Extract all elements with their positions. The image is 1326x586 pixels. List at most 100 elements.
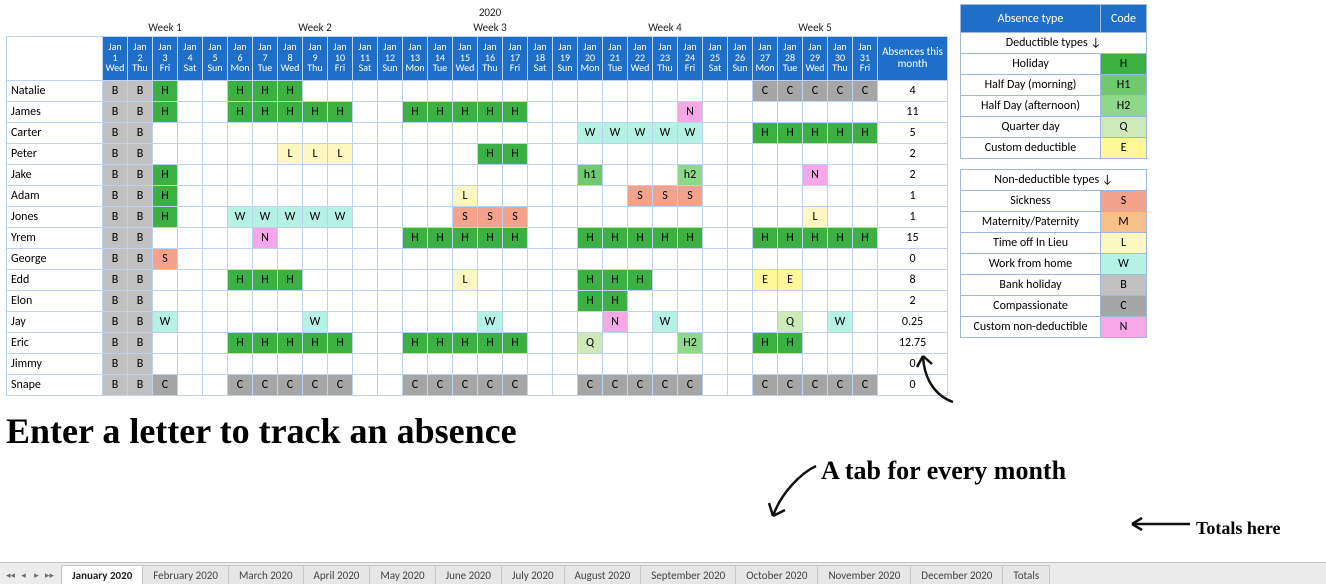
absence-cell[interactable] <box>203 353 228 374</box>
absence-cell[interactable] <box>303 122 328 143</box>
absence-cell[interactable] <box>703 248 728 269</box>
absence-cell[interactable] <box>678 248 703 269</box>
absence-cell[interactable] <box>628 290 653 311</box>
absence-cell[interactable] <box>553 101 578 122</box>
absence-cell[interactable]: B <box>103 269 128 290</box>
absence-cell[interactable]: H <box>278 269 303 290</box>
absence-cell[interactable] <box>203 332 228 353</box>
absence-cell[interactable]: B <box>128 206 153 227</box>
absence-cell[interactable] <box>453 80 478 101</box>
absence-cell[interactable]: H <box>603 290 628 311</box>
absence-cell[interactable] <box>228 353 253 374</box>
absence-cell[interactable] <box>203 206 228 227</box>
absence-cell[interactable]: H <box>678 227 703 248</box>
absence-cell[interactable]: B <box>103 206 128 227</box>
absence-cell[interactable] <box>203 227 228 248</box>
absence-cell[interactable] <box>328 227 353 248</box>
absence-cell[interactable] <box>353 353 378 374</box>
absence-cell[interactable] <box>153 227 178 248</box>
absence-cell[interactable]: W <box>653 311 678 332</box>
absence-cell[interactable] <box>203 374 228 395</box>
absence-cell[interactable] <box>253 248 278 269</box>
absence-cell[interactable]: L <box>278 143 303 164</box>
absence-cell[interactable]: W <box>228 206 253 227</box>
absence-cell[interactable] <box>253 311 278 332</box>
absence-cell[interactable]: H <box>478 143 503 164</box>
absence-cell[interactable]: B <box>128 374 153 395</box>
absence-cell[interactable] <box>678 290 703 311</box>
absence-cell[interactable] <box>803 185 828 206</box>
absence-cell[interactable]: S <box>503 206 528 227</box>
absence-cell[interactable]: C <box>853 80 878 101</box>
absence-cell[interactable] <box>528 290 553 311</box>
absence-cell[interactable] <box>853 332 878 353</box>
absence-cell[interactable]: H <box>328 332 353 353</box>
absence-cell[interactable] <box>353 206 378 227</box>
absence-cell[interactable] <box>528 374 553 395</box>
absence-cell[interactable] <box>803 101 828 122</box>
absence-cell[interactable]: C <box>828 374 853 395</box>
absence-cell[interactable]: H <box>853 227 878 248</box>
absence-cell[interactable] <box>728 164 753 185</box>
absence-cell[interactable]: S <box>478 206 503 227</box>
absence-cell[interactable]: H <box>153 80 178 101</box>
absence-cell[interactable]: H <box>228 80 253 101</box>
absence-cell[interactable]: H <box>803 227 828 248</box>
absence-cell[interactable] <box>728 353 753 374</box>
absence-cell[interactable] <box>328 185 353 206</box>
absence-cell[interactable] <box>428 164 453 185</box>
absence-cell[interactable] <box>753 164 778 185</box>
absence-cell[interactable] <box>853 143 878 164</box>
absence-cell[interactable] <box>203 143 228 164</box>
absence-cell[interactable] <box>803 311 828 332</box>
absence-cell[interactable]: h1 <box>578 164 603 185</box>
absence-cell[interactable] <box>428 353 453 374</box>
absence-cell[interactable]: H <box>853 122 878 143</box>
absence-cell[interactable] <box>328 269 353 290</box>
absence-cell[interactable] <box>603 332 628 353</box>
absence-cell[interactable]: L <box>303 143 328 164</box>
absence-cell[interactable] <box>578 143 603 164</box>
absence-cell[interactable] <box>553 185 578 206</box>
absence-cell[interactable] <box>178 122 203 143</box>
absence-cell[interactable]: Q <box>778 311 803 332</box>
absence-cell[interactable] <box>728 311 753 332</box>
absence-cell[interactable] <box>328 248 353 269</box>
absence-cell[interactable] <box>228 290 253 311</box>
absence-cell[interactable] <box>553 143 578 164</box>
absence-cell[interactable] <box>328 311 353 332</box>
sheet-tab[interactable]: May 2020 <box>369 565 435 584</box>
absence-cell[interactable] <box>378 248 403 269</box>
absence-cell[interactable] <box>578 101 603 122</box>
absence-cell[interactable] <box>178 353 203 374</box>
absence-cell[interactable] <box>503 290 528 311</box>
absence-cell[interactable]: H <box>228 101 253 122</box>
absence-cell[interactable] <box>328 80 353 101</box>
absence-cell[interactable] <box>153 290 178 311</box>
absence-cell[interactable] <box>178 101 203 122</box>
absence-cell[interactable] <box>553 122 578 143</box>
absence-cell[interactable]: H <box>753 332 778 353</box>
absence-cell[interactable] <box>853 311 878 332</box>
tab-nav-first-icon[interactable]: ◂◂ <box>4 566 17 584</box>
absence-cell[interactable]: C <box>303 374 328 395</box>
absence-cell[interactable] <box>403 269 428 290</box>
absence-cell[interactable]: B <box>103 290 128 311</box>
absence-cell[interactable]: H <box>453 227 478 248</box>
sheet-tab[interactable]: January 2020 <box>61 565 143 584</box>
absence-cell[interactable]: B <box>128 80 153 101</box>
absence-cell[interactable] <box>528 164 553 185</box>
absence-cell[interactable]: C <box>803 374 828 395</box>
absence-cell[interactable] <box>828 290 853 311</box>
absence-cell[interactable] <box>528 227 553 248</box>
absence-cell[interactable] <box>353 164 378 185</box>
absence-cell[interactable] <box>828 185 853 206</box>
absence-cell[interactable]: H <box>278 101 303 122</box>
absence-cell[interactable] <box>703 353 728 374</box>
absence-cell[interactable]: H <box>778 122 803 143</box>
absence-cell[interactable]: W <box>303 311 328 332</box>
absence-cell[interactable] <box>753 206 778 227</box>
absence-cell[interactable] <box>403 122 428 143</box>
absence-cell[interactable] <box>178 248 203 269</box>
absence-cell[interactable]: W <box>278 206 303 227</box>
